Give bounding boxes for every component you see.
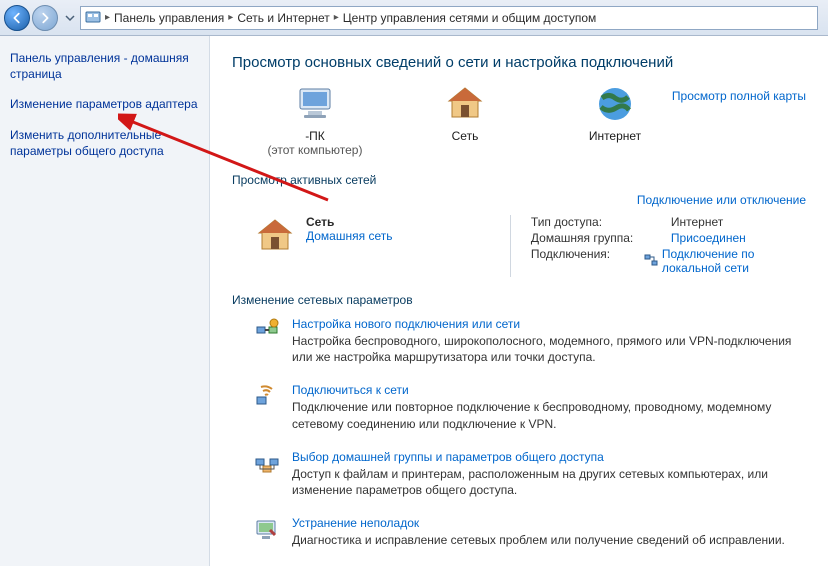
address-bar: ▸ Панель управления ▸ Сеть и Интернет ▸ … (0, 0, 828, 36)
sidebar-item-home[interactable]: Панель управления - домашняя страница (10, 50, 199, 82)
network-name: Сеть (306, 215, 392, 229)
homegroup-icon (254, 450, 280, 476)
sidebar: Панель управления - домашняя страница Из… (0, 36, 210, 566)
house-icon (254, 215, 296, 257)
chevron-right-icon: ▸ (228, 12, 233, 23)
connect-network-icon (254, 383, 280, 409)
forward-button[interactable] (32, 5, 58, 31)
map-network-label: Сеть (410, 129, 520, 143)
breadcrumb-item-network-center[interactable]: Центр управления сетями и общим доступом (343, 11, 597, 25)
connect-disconnect-link[interactable]: Подключение или отключение (637, 193, 806, 207)
troubleshoot-icon (254, 516, 280, 542)
task-troubleshoot-link[interactable]: Устранение неполадок (292, 516, 419, 530)
task-new-connection: Настройка нового подключения или сети На… (254, 317, 806, 365)
new-connection-icon (254, 317, 280, 343)
breadcrumb-item-control-panel[interactable]: Панель управления (114, 11, 224, 25)
task-homegroup-desc: Доступ к файлам и принтерам, расположенн… (292, 466, 806, 498)
task-connect-network: Подключиться к сети Подключение или повт… (254, 383, 806, 431)
network-map: -ПК (этот компьютер) Сеть Интернет (232, 83, 672, 157)
task-connect-network-desc: Подключение или повторное подключение к … (292, 399, 806, 431)
network-settings-heading: Изменение сетевых параметров (232, 293, 806, 307)
sidebar-item-sharing-settings[interactable]: Изменить дополнительные параметры общего… (10, 127, 199, 159)
current-network: Сеть Домашняя сеть (254, 215, 480, 277)
task-connect-network-link[interactable]: Подключиться к сети (292, 383, 409, 397)
house-icon (444, 83, 486, 125)
homegroup-value-link[interactable]: Присоединен (671, 231, 746, 245)
access-type-label: Тип доступа: (531, 215, 671, 229)
task-troubleshoot: Устранение неполадок Диагностика и испра… (254, 516, 806, 548)
active-networks-heading: Просмотр активных сетей (232, 173, 806, 187)
task-new-connection-link[interactable]: Настройка нового подключения или сети (292, 317, 520, 331)
breadcrumb[interactable]: ▸ Панель управления ▸ Сеть и Интернет ▸ … (80, 6, 818, 30)
access-type-value: Интернет (671, 215, 723, 229)
content-pane: Просмотр основных сведений о сети и наст… (210, 36, 828, 566)
chevron-right-icon: ▸ (105, 12, 110, 23)
breadcrumb-item-network-internet[interactable]: Сеть и Интернет (237, 11, 329, 25)
computer-icon (294, 83, 336, 125)
map-pc-sub: (этот компьютер) (260, 143, 370, 157)
homegroup-label: Домашняя группа: (531, 231, 671, 245)
task-new-connection-desc: Настройка беспроводного, широкополосного… (292, 333, 806, 365)
view-full-map-link[interactable]: Просмотр полной карты (672, 89, 806, 103)
connections-label: Подключения: (531, 247, 644, 275)
map-node-network: Сеть (410, 83, 520, 143)
control-panel-icon (85, 10, 101, 26)
globe-icon (594, 83, 636, 125)
network-details: Тип доступа: Интернет Домашняя группа: П… (510, 215, 806, 277)
chevron-right-icon: ▸ (334, 12, 339, 23)
map-pc-label: -ПК (260, 129, 370, 143)
task-troubleshoot-desc: Диагностика и исправление сетевых пробле… (292, 532, 785, 548)
back-button[interactable] (4, 5, 30, 31)
network-connection-icon (644, 253, 658, 270)
page-title: Просмотр основных сведений о сети и наст… (232, 54, 806, 71)
task-homegroup: Выбор домашней группы и параметров общег… (254, 450, 806, 498)
map-internet-label: Интернет (560, 129, 670, 143)
connection-link[interactable]: Подключение по локальной сети (662, 247, 806, 275)
history-dropdown[interactable] (63, 13, 77, 23)
sidebar-item-adapter-settings[interactable]: Изменение параметров адаптера (10, 96, 199, 112)
map-node-internet: Интернет (560, 83, 670, 143)
map-node-pc: -ПК (этот компьютер) (260, 83, 370, 157)
task-homegroup-link[interactable]: Выбор домашней группы и параметров общег… (292, 450, 604, 464)
network-type-link[interactable]: Домашняя сеть (306, 229, 392, 243)
